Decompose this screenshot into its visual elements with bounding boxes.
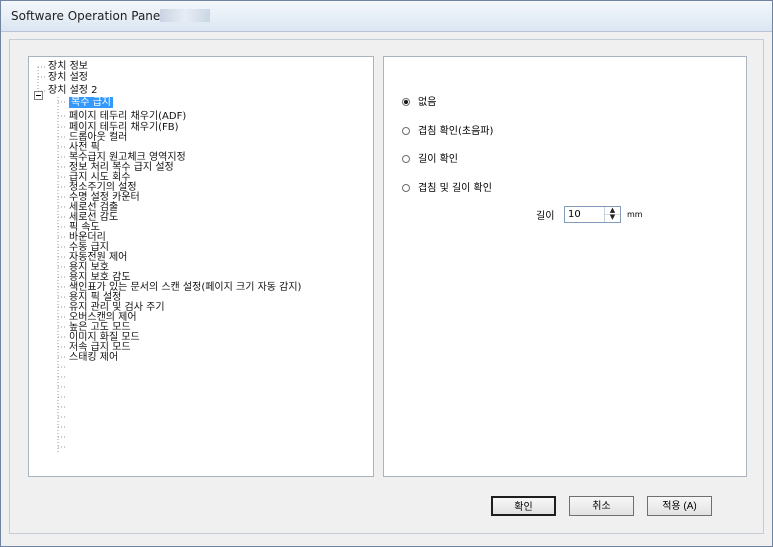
title-bar[interactable]: Software Operation Panel fi- [1, 1, 772, 32]
tree-item-device-settings-2[interactable]: 장치 설정 2 [48, 85, 98, 96]
blurred-model-number [160, 9, 210, 22]
radio-overlap-and-length-check[interactable]: 겹침 및 길이 확인 [402, 182, 492, 196]
radio-button-none[interactable] [402, 98, 410, 106]
length-spinbox[interactable]: 10 ▲ ▼ [564, 206, 621, 223]
multifeed-settings-panel [383, 56, 747, 477]
ok-button[interactable]: 확인 [491, 496, 556, 516]
tree-item-page-edge-adf[interactable]: 페이지 테두리 채우기(ADF) [69, 111, 186, 122]
length-value: 10 [568, 209, 581, 220]
cancel-button[interactable]: 취소 [569, 496, 634, 516]
length-unit: mm [627, 210, 643, 219]
radio-label-overlap-and-length-check: 겹침 및 길이 확인 [418, 183, 492, 194]
tree-item-device-info[interactable]: 장치 정보 [48, 61, 88, 72]
radio-button-length-check[interactable] [402, 155, 410, 163]
radio-label-none: 없음 [418, 97, 437, 108]
spinner-buttons: ▲ ▼ [604, 207, 620, 222]
tree-item-stacking-control[interactable]: 스태킹 제어 [69, 352, 118, 363]
radio-none[interactable]: 없음 [402, 96, 436, 110]
apply-button[interactable]: 적용 (A) [647, 496, 712, 516]
radio-button-overlap-and-length-check[interactable] [402, 184, 410, 192]
radio-length-check[interactable]: 길이 확인 [402, 153, 458, 167]
length-label: 길이 [536, 211, 555, 222]
radio-label-overlap-check: 겹침 확인(초음파) [418, 126, 494, 137]
tree-collapse-icon[interactable] [34, 91, 43, 100]
radio-label-length-check: 길이 확인 [418, 154, 458, 165]
radio-overlap-check[interactable]: 겹침 확인(초음파) [402, 125, 493, 139]
tree-item-device-settings[interactable]: 장치 설정 [48, 72, 88, 83]
window-title: Software Operation Panel fi- [11, 9, 180, 23]
settings-tree[interactable]: 장치 정보 장치 설정 장치 설정 2 복수 급지 페이지 테두리 채우기(AD… [28, 56, 374, 477]
spinner-down-icon[interactable]: ▼ [605, 214, 620, 221]
radio-button-overlap-check[interactable] [402, 127, 410, 135]
tree-item-multifeed-selected[interactable]: 복수 급지 [69, 97, 113, 108]
